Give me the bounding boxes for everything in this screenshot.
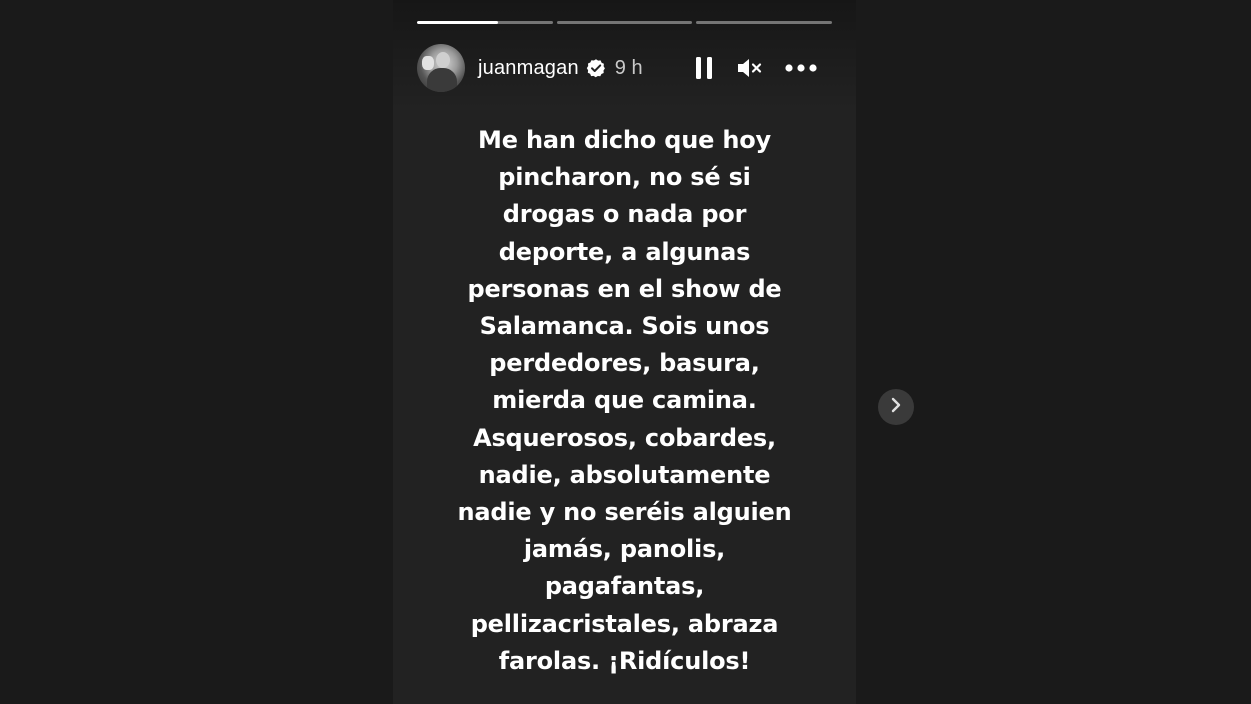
avatar-hand: [422, 56, 434, 70]
avatar[interactable]: [417, 44, 465, 92]
story-viewer: juanmagan 9 h Me han dicho que hoy pinch…: [0, 0, 1251, 704]
chevron-right-icon: [889, 397, 903, 418]
story-caption: Me han dicho que hoy pincharon, no sé si…: [457, 126, 792, 675]
progress-segment: [556, 21, 693, 24]
story-header: juanmagan 9 h: [417, 43, 832, 93]
post-time: 9 h: [614, 56, 643, 79]
speaker-muted-icon[interactable]: [736, 56, 762, 80]
story-frame[interactable]: juanmagan 9 h Me han dicho que hoy pinch…: [393, 0, 856, 704]
story-controls: [694, 43, 818, 93]
next-story-button[interactable]: [878, 389, 914, 425]
username[interactable]: juanmagan: [478, 57, 579, 80]
story-progress-bar: [417, 21, 833, 24]
progress-segment: [696, 21, 833, 24]
pause-icon[interactable]: [694, 56, 714, 80]
progress-segment: [417, 21, 553, 24]
verified-badge-icon: [586, 58, 606, 78]
progress-fill: [417, 21, 499, 24]
more-options-icon[interactable]: [784, 63, 818, 73]
avatar-body: [427, 68, 457, 92]
avatar-head: [436, 52, 450, 68]
